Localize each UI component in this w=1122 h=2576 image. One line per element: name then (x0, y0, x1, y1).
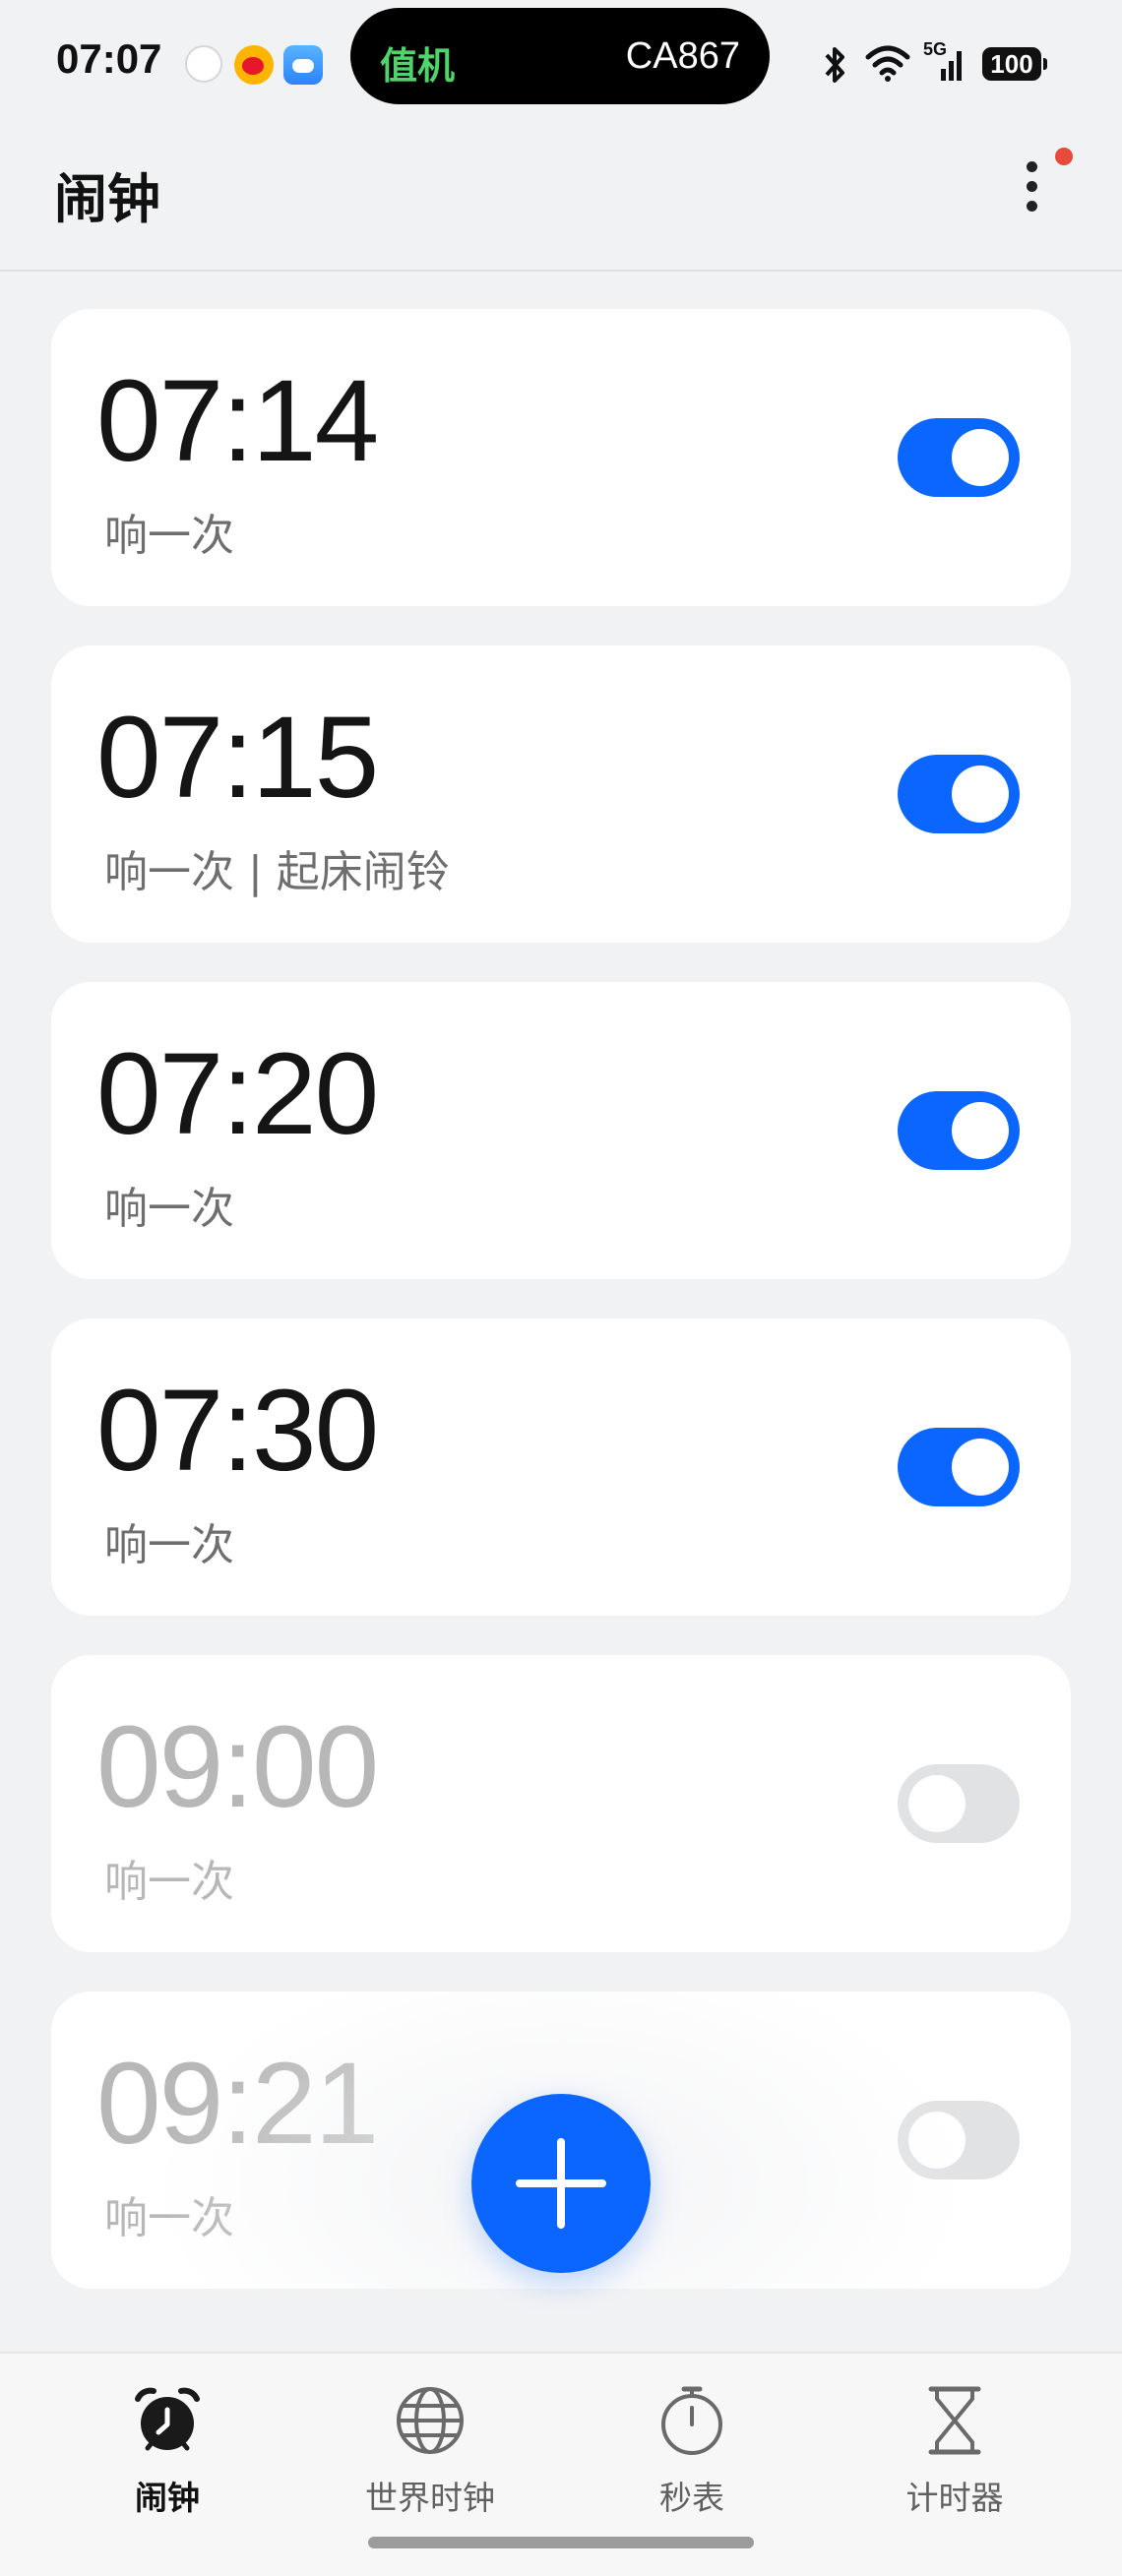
tab-world-clock[interactable]: 世界时钟 (312, 2383, 548, 2519)
alarm-time: 07:15 (96, 693, 379, 823)
more-dot (1027, 201, 1037, 212)
alarm-card[interactable]: 07:20 响一次 (51, 982, 1071, 1279)
alarm-clock-icon (135, 2387, 200, 2451)
alarm-repeat-label: 响一次 (104, 1857, 234, 1907)
alarm-repeat-label: 响一次 (104, 511, 234, 561)
alarm-card[interactable]: 07:15 响一次 | 起床闹铃 (51, 645, 1071, 943)
plus-icon (557, 2138, 565, 2229)
weather-icon (283, 45, 323, 85)
toggle-knob (952, 1439, 1009, 1496)
tab-label: 秒表 (659, 2479, 724, 2517)
more-dot (1027, 161, 1037, 172)
alarm-time: 07:14 (96, 356, 379, 486)
add-alarm-button[interactable] (471, 2094, 651, 2273)
wifi-icon (865, 45, 910, 82)
tab-label: 闹钟 (135, 2479, 200, 2517)
alarm-toggle[interactable] (898, 1428, 1020, 1506)
alarm-time: 09:21 (96, 2039, 379, 2169)
tab-alarm[interactable]: 闹钟 (49, 2383, 285, 2519)
toggle-knob (908, 2112, 966, 2169)
alarm-repeat-label: 响一次 (104, 1520, 234, 1570)
alarm-repeat-label: 响一次 | 起床闹铃 (104, 847, 450, 897)
tab-timer[interactable]: 计时器 (837, 2383, 1073, 2519)
weibo-icon (234, 45, 274, 85)
tab-label: 世界时钟 (365, 2479, 495, 2517)
alarm-time: 09:00 (96, 1702, 379, 1832)
stopwatch-icon (661, 2386, 722, 2455)
page-title: 闹钟 (54, 168, 160, 230)
more-dot (1027, 181, 1037, 192)
alarm-repeat-label: 响一次 (104, 2193, 234, 2243)
home-indicator[interactable] (368, 2537, 754, 2548)
alarm-repeat-label: 响一次 (104, 1184, 234, 1234)
toggle-knob (952, 429, 1009, 486)
alarm-time: 07:20 (96, 1029, 379, 1159)
alarm-toggle[interactable] (898, 1764, 1020, 1843)
alarm-card[interactable]: 09:00 响一次 (51, 1655, 1071, 1952)
header-divider (0, 270, 1122, 272)
clock-icon (185, 45, 222, 83)
alarm-card[interactable]: 07:14 响一次 (51, 309, 1071, 606)
alarm-list: 07:14 响一次 07:15 响一次 | 起床闹铃 07:20 响一次 07:… (51, 309, 1071, 2328)
alarm-card[interactable]: 07:30 响一次 (51, 1319, 1071, 1616)
alarm-toggle[interactable] (898, 755, 1020, 833)
toggle-knob (908, 1775, 966, 1832)
signal-icon (941, 51, 962, 81)
tab-label: 计时器 (905, 2479, 1004, 2517)
hourglass-icon (928, 2386, 981, 2455)
bluetooth-icon (825, 47, 844, 83)
status-bar: 07:07 值机 CA867 5G 100 (0, 0, 1122, 126)
island-flight-number: CA867 (625, 35, 740, 77)
alarm-toggle[interactable] (898, 1091, 1020, 1170)
more-vertical-icon[interactable] (1006, 148, 1073, 236)
toggle-knob (952, 766, 1009, 823)
alarm-time: 07:30 (96, 1366, 379, 1496)
status-time: 07:07 (56, 35, 162, 82)
dynamic-island[interactable]: 值机 CA867 (350, 8, 770, 104)
alarm-toggle[interactable] (898, 2101, 1020, 2179)
island-checkin-label: 值机 (380, 44, 456, 88)
battery-indicator: 100 (982, 47, 1047, 81)
notification-badge (1055, 148, 1073, 165)
alarm-toggle[interactable] (898, 418, 1020, 497)
toggle-knob (952, 1102, 1009, 1159)
tab-stopwatch[interactable]: 秒表 (574, 2383, 810, 2519)
globe-icon (397, 2387, 464, 2454)
